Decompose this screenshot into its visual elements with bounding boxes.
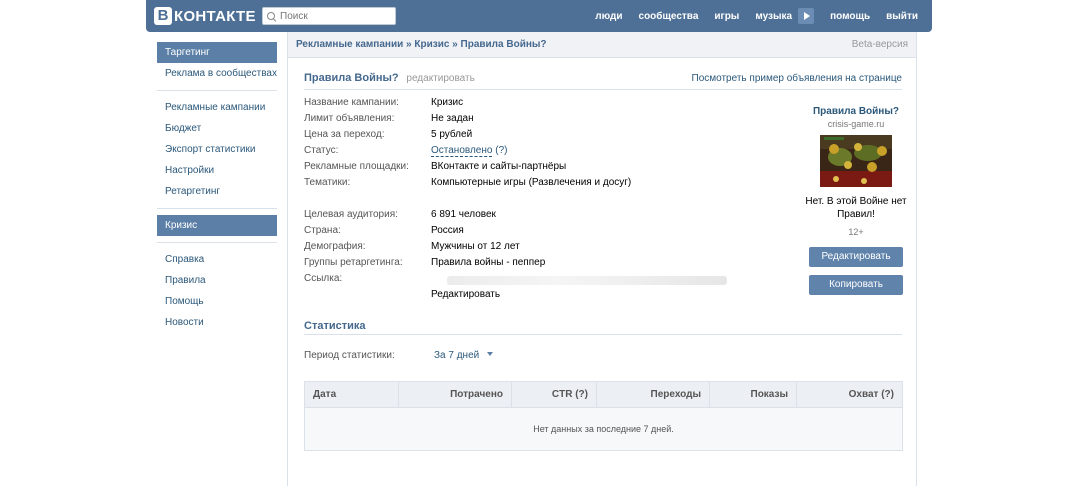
info-key: Тематики: — [304, 177, 351, 188]
logo-text: КОНТАКТЕ — [174, 7, 256, 25]
nav-communities[interactable]: сообщества — [639, 11, 699, 22]
vk-logo[interactable]: В КОНТАКТЕ — [154, 6, 256, 26]
sidebar-item-community-ads[interactable]: Реклама в сообществах — [157, 63, 277, 84]
info-key: Название кампании: — [304, 97, 399, 108]
sidebar-item-settings[interactable]: Настройки — [157, 160, 277, 181]
status-link[interactable]: Остановлено — [431, 145, 493, 157]
limit-link[interactable]: Не задан — [431, 113, 474, 124]
game-screenshot-icon — [820, 135, 892, 187]
ad-title-row: Правила Войны? редактировать Посмотреть … — [304, 72, 902, 90]
ad-desc-line: Нет. В этой Войне нет — [805, 196, 907, 207]
nav-music-group: музыка — [755, 8, 815, 24]
sidebar-item-rules[interactable]: Правила — [157, 270, 277, 291]
sidebar-item-help-doc[interactable]: Справка — [157, 249, 277, 270]
sidebar-item-budget[interactable]: Бюджет — [157, 118, 277, 139]
ad-preview-image[interactable] — [820, 135, 892, 187]
stats-empty-message: Нет данных за последние 7 дней. — [533, 424, 674, 434]
info-key: Рекламные площадки: — [304, 161, 409, 172]
ad-preview: Правила Войны? crisis-game.ru Нет. В это… — [796, 106, 916, 237]
preview-link[interactable]: Посмотреть пример объявления на странице — [692, 73, 903, 84]
info-value: Мужчины от 12 лет — [431, 241, 520, 252]
info-key: Группы ретаргетинга: — [304, 257, 403, 268]
ad-desc-line: Правил! — [837, 209, 875, 220]
col-clicks[interactable]: Переходы — [597, 382, 710, 408]
sidebar-divider — [157, 242, 277, 243]
search-icon — [267, 11, 276, 21]
col-spent[interactable]: Потрачено — [399, 382, 512, 408]
stats-table-header: Дата Потрачено CTR (?) Переходы Показы О… — [305, 382, 902, 408]
copy-button[interactable]: Копировать — [809, 275, 903, 295]
beta-label: Beta-версия — [851, 39, 908, 50]
info-value: ВКонтакте и сайты-партнёры — [431, 161, 567, 172]
sidebar-divider — [157, 208, 277, 209]
nav-people[interactable]: люди — [595, 11, 622, 22]
sidebar-item-campaigns[interactable]: Рекламные кампании — [157, 97, 277, 118]
status-value: Остановлено (?) — [431, 145, 507, 157]
period-select[interactable]: За 7 дней — [434, 350, 494, 361]
ad-preview-title[interactable]: Правила Войны? — [796, 106, 916, 117]
info-key: Ссылка: — [304, 273, 343, 284]
nav-logout[interactable]: выйти — [886, 11, 918, 22]
info-key: Цена за переход: — [304, 129, 385, 140]
stats-table: Дата Потрачено CTR (?) Переходы Показы О… — [304, 381, 903, 451]
top-nav: люди сообщества игры музыка помощь выйти — [579, 0, 918, 32]
price-link[interactable]: 5 рублей — [431, 129, 472, 140]
nav-games[interactable]: игры — [714, 11, 739, 22]
edit-button[interactable]: Редактировать — [809, 247, 903, 267]
play-icon[interactable] — [798, 8, 815, 24]
ad-title: Правила Войны? — [304, 72, 399, 84]
sidebar-item-support[interactable]: Помощь — [157, 291, 277, 312]
info-key: Целевая аудитория: — [304, 209, 398, 220]
nav-music[interactable]: музыка — [755, 11, 792, 22]
col-impressions[interactable]: Показы — [710, 382, 797, 408]
info-key: Статус: — [304, 145, 339, 156]
ad-preview-description: Нет. В этой Войне нет Правил! — [796, 195, 916, 221]
sidebar-item-crisis[interactable]: Кризис — [157, 215, 277, 236]
sidebar: Таргетинг Реклама в сообществах Рекламны… — [157, 42, 277, 333]
stats-title: Статистика — [304, 320, 902, 335]
main-content: Рекламные кампании » Кризис » Правила Во… — [287, 32, 917, 486]
period-value: За 7 дней — [434, 350, 480, 361]
info-key: Демография: — [304, 241, 366, 252]
status-help[interactable]: (?) — [495, 145, 507, 156]
breadcrumb-text[interactable]: Рекламные кампании » Кризис » Правила Во… — [296, 39, 547, 50]
chevron-down-icon — [487, 352, 494, 356]
ad-age-rating: 12+ — [848, 227, 864, 237]
info-value: Компьютерные игры (Развлечения и досуг) — [431, 177, 632, 188]
sidebar-item-targeting[interactable]: Таргетинг — [157, 42, 277, 63]
blurred-link — [447, 276, 727, 285]
info-key: Лимит объявления: — [304, 113, 395, 124]
edit-ad-link[interactable]: Редактировать — [431, 289, 500, 300]
sidebar-divider — [157, 90, 277, 91]
edit-title-link[interactable]: редактировать — [406, 73, 474, 84]
info-value: Кризис — [431, 97, 464, 108]
top-header: В КОНТАКТЕ люди сообщества игры музыка п… — [146, 0, 932, 32]
ad-preview-domain: crisis-game.ru — [827, 119, 885, 129]
sidebar-item-news[interactable]: Новости — [157, 312, 277, 333]
search-box[interactable] — [262, 7, 396, 25]
sidebar-item-retargeting[interactable]: Ретаргетинг — [157, 181, 277, 202]
info-value: 6 891 человек — [431, 209, 496, 220]
breadcrumb: Рекламные кампании » Кризис » Правила Во… — [288, 32, 916, 58]
col-reach[interactable]: Охват (?) — [797, 382, 902, 408]
sidebar-item-export[interactable]: Экспорт статистики — [157, 139, 277, 160]
col-date[interactable]: Дата — [305, 382, 399, 408]
info-value: Правила войны - пеппер — [431, 257, 546, 268]
info-key: Страна: — [304, 225, 341, 236]
nav-help[interactable]: помощь — [830, 11, 870, 22]
search-input[interactable] — [280, 10, 390, 22]
col-ctr[interactable]: CTR (?) — [512, 382, 597, 408]
period-label: Период статистики: — [304, 350, 395, 361]
info-value: Россия — [431, 225, 464, 236]
logo-letter: В — [154, 7, 172, 25]
